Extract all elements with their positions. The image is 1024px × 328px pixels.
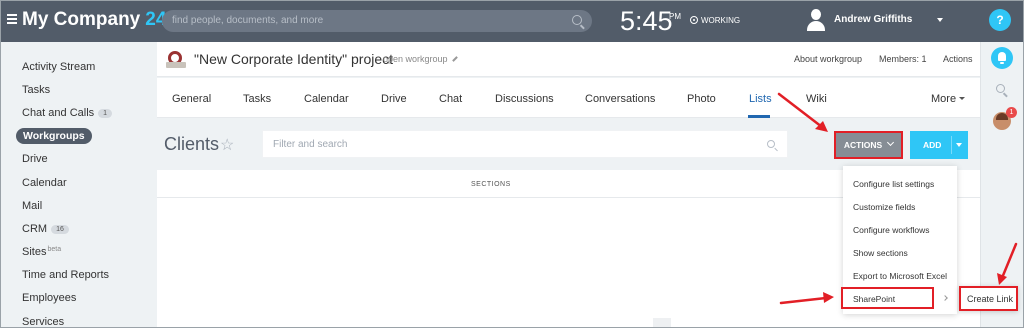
more-label: More: [931, 93, 957, 105]
sections-header: SECTIONS: [471, 181, 511, 188]
sidebar-item-chat-and-calls[interactable]: Chat and Calls 1: [22, 107, 113, 119]
tab-general[interactable]: General: [172, 93, 211, 105]
sidebar-item-crm[interactable]: CRM 16: [22, 223, 69, 235]
search-placeholder: find people, documents, and more: [172, 15, 324, 26]
sidebar-item-time-and-reports[interactable]: Time and Reports: [22, 269, 109, 281]
main-content: "New Corporate Identity" project open wo…: [157, 42, 1018, 328]
menu-item-configure-list-settings[interactable]: Configure list settings: [853, 179, 934, 189]
sidebar-item-activity-stream[interactable]: Activity Stream: [22, 61, 95, 73]
sharepoint-highlight: [841, 287, 934, 309]
tab-wiki[interactable]: Wiki: [806, 93, 827, 105]
global-search-input[interactable]: find people, documents, and more: [162, 10, 592, 32]
sidebar-item-employees[interactable]: Employees: [22, 292, 76, 304]
sidebar-item-label: Time and Reports: [22, 269, 110, 281]
sidebar-item-label: Activity Stream: [22, 61, 96, 73]
sidebar-item-label: Mail: [22, 200, 43, 212]
empty-state-icon: [653, 318, 671, 328]
menu-item-configure-workflows[interactable]: Configure workflows: [853, 225, 930, 235]
menu-icon[interactable]: [7, 14, 17, 16]
sidebar-item-services[interactable]: Services: [22, 316, 64, 328]
tab-chat[interactable]: Chat: [439, 93, 462, 105]
tab-more[interactable]: More: [931, 93, 966, 105]
sidebar-item-label: CRM: [22, 223, 48, 235]
clock-time[interactable]: 5:45: [620, 6, 673, 37]
filter-search-input[interactable]: Filter and search: [262, 130, 788, 158]
top-bar: My Company 24 find people, documents, and…: [0, 0, 1024, 42]
about-workgroup-link[interactable]: About workgroup: [794, 54, 862, 64]
sidebar-item-workgroups[interactable]: Workgroups: [16, 128, 92, 144]
add-button[interactable]: ADD: [910, 131, 968, 159]
sidebar-item-calendar[interactable]: Calendar: [22, 177, 67, 189]
sidebar-item-label: Sites: [22, 246, 47, 258]
page-title: Clients: [164, 134, 220, 154]
menu-item-customize-fields[interactable]: Customize fields: [853, 202, 915, 212]
work-status-label: WORKING: [701, 16, 741, 25]
tab-bar: General Tasks Calendar Drive Chat Discus…: [157, 78, 980, 118]
actions-button[interactable]: ACTIONS: [834, 131, 903, 159]
sidebar-item-label: Tasks: [22, 84, 51, 96]
sharepoint-submenu[interactable]: Create Link: [959, 286, 1018, 311]
sidebar-item-label: Employees: [22, 292, 77, 304]
bell-icon[interactable]: [991, 47, 1013, 69]
menu-item-show-sections[interactable]: Show sections: [853, 248, 908, 258]
sidebar-item-sites[interactable]: Sitesbeta: [22, 246, 61, 258]
left-sidebar: Activity Stream Tasks Chat and Calls 1 Wo…: [0, 42, 157, 328]
work-status[interactable]: WORKING: [690, 16, 740, 25]
project-icon: [166, 50, 186, 70]
sidebar-item-label: Chat and Calls: [22, 107, 95, 119]
search-icon[interactable]: [767, 140, 775, 148]
sidebar-item-label: Services: [22, 316, 65, 328]
sidebar-item-drive[interactable]: Drive: [22, 153, 48, 165]
tab-lists[interactable]: Lists: [749, 93, 772, 105]
menu-item-create-link[interactable]: Create Link: [967, 294, 1013, 304]
sidebar-item-label: Drive: [22, 153, 48, 165]
project-header: "New Corporate Identity" project open wo…: [157, 42, 980, 77]
count-badge: 1: [98, 109, 113, 118]
project-title[interactable]: "New Corporate Identity" project: [194, 51, 393, 67]
tab-tasks[interactable]: Tasks: [243, 93, 271, 105]
members-link[interactable]: Members: 1: [879, 54, 927, 64]
sidebar-item-label: Workgroups: [23, 130, 85, 142]
beta-label: beta: [47, 246, 62, 253]
filter-placeholder: Filter and search: [273, 139, 348, 150]
active-tab-indicator: [748, 115, 770, 118]
tab-calendar[interactable]: Calendar: [304, 93, 349, 105]
menu-item-export-excel[interactable]: Export to Microsoft Excel: [853, 271, 947, 281]
sidebar-item-label: Calendar: [22, 177, 67, 189]
company-logo[interactable]: My Company 24: [22, 9, 166, 31]
tab-conversations[interactable]: Conversations: [585, 93, 655, 105]
tab-discussions[interactable]: Discussions: [495, 93, 554, 105]
user-name[interactable]: Andrew Griffiths: [834, 14, 912, 25]
chevron-down-icon[interactable]: [937, 18, 943, 22]
visibility-label: open workgroup: [383, 54, 448, 64]
search-icon[interactable]: [572, 15, 582, 25]
workgroup-visibility[interactable]: open workgroup: [383, 54, 458, 64]
button-divider: [951, 136, 952, 154]
notification-badge: 1: [1006, 107, 1017, 118]
user-avatar-icon[interactable]: [806, 9, 826, 31]
clock-ampm: PM: [669, 12, 681, 21]
count-badge: 16: [51, 225, 69, 234]
logo-name: My Company: [22, 9, 141, 30]
help-button[interactable]: ?: [989, 9, 1011, 31]
sidebar-item-tasks[interactable]: Tasks: [22, 84, 50, 96]
chevron-down-icon[interactable]: [956, 143, 962, 147]
project-actions-link[interactable]: Actions: [943, 54, 973, 64]
actions-button-label: ACTIONS: [843, 140, 883, 150]
sidebar-item-mail[interactable]: Mail: [22, 200, 42, 212]
status-dot-icon: [690, 16, 698, 24]
pencil-icon: [451, 56, 458, 62]
chevron-down-icon: [887, 138, 895, 147]
star-icon[interactable]: ☆: [220, 135, 234, 155]
chevron-down-icon: [959, 97, 966, 100]
search-icon[interactable]: [996, 84, 1005, 93]
tab-drive[interactable]: Drive: [381, 93, 407, 105]
tab-photo[interactable]: Photo: [687, 93, 716, 105]
add-button-label: ADD: [923, 140, 942, 150]
